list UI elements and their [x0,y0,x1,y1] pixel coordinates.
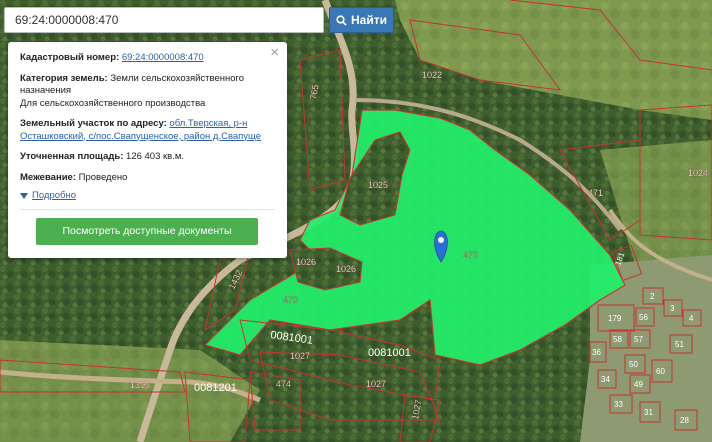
triangle-down-icon [20,193,28,200]
category-value-line2: назначения [20,85,72,96]
details-link[interactable]: Подробно [32,190,76,203]
label-p2: 2 [650,292,655,301]
label-p60: 60 [656,367,665,376]
label-p1025: 1025 [368,180,388,190]
label-p3: 3 [670,304,675,313]
label-p1395: 1395 [130,380,150,390]
address-link-line1[interactable]: обл.Тверская, р-н [169,118,247,129]
label-q1201: 0081201 [194,382,237,394]
label-p58: 58 [613,335,622,344]
view-documents-button[interactable]: Посмотреть доступные документы [36,217,258,245]
address-label: Земельный участок по адресу: [20,118,167,129]
search-button[interactable]: Найти [329,7,394,33]
label-p470-left: 470 [283,295,298,305]
category-row: Категория земель: Земли сельскохозяйстве… [20,73,275,111]
cadastral-label: Кадастровый номер: [20,52,120,63]
area-row: Уточненная площадь: 126 403 кв.м. [20,151,275,164]
area-label: Уточненная площадь: [20,151,124,162]
label-p36: 36 [592,348,601,357]
label-p57: 57 [634,335,643,344]
label-p1024: 1024 [688,168,708,178]
divider [20,208,275,210]
search-button-label: Найти [351,13,387,27]
search-input[interactable] [4,7,324,33]
label-p1022: 1022 [422,70,442,80]
label-p31: 31 [644,408,653,417]
label-q1001b: 0081001 [368,347,411,359]
label-p470-main: 470 [463,250,478,260]
parcel-info-popup: × Кадастровый номер: 69:24:0000008:470 К… [8,42,287,258]
category-value-line3: Для сельскохозяйственного производства [20,97,206,109]
label-p1027b: 1027 [366,379,386,389]
label-p33: 33 [614,400,623,409]
label-p50: 50 [629,360,638,369]
label-p51: 51 [675,340,684,349]
address-link-line2[interactable]: Осташковский, с/пос.Свапущенское, район … [20,131,261,142]
label-p34: 34 [601,375,610,384]
category-value-line1: Земли сельскохозяйственного [110,72,245,84]
close-icon[interactable]: × [270,45,279,60]
label-p49: 49 [634,380,643,389]
label-p179: 179 [608,314,622,323]
label-p4: 4 [689,314,694,323]
label-p1027a: 1027 [290,351,310,361]
cadastral-link[interactable]: 69:24:0000008:470 [122,52,204,63]
label-p56: 56 [639,313,648,322]
details-toggle[interactable]: Подробно [20,190,275,203]
area-value: 126 403 кв.м. [126,151,185,162]
label-p1026b: 1026 [336,264,356,274]
survey-label: Межевание: [20,171,76,183]
label-p28: 28 [680,416,689,425]
label-p1026a: 1026 [296,257,316,267]
search-icon [336,14,347,26]
survey-row: Межевание: Проведено [20,172,275,185]
category-label: Категория земель: [20,72,108,84]
label-p471: 471 [588,188,603,198]
cadastral-row: Кадастровый номер: 69:24:0000008:470 [20,52,275,65]
label-p474: 474 [276,379,291,389]
survey-value: Проведено [78,171,128,183]
address-row: Земельный участок по адресу: обл.Тверска… [20,118,275,143]
